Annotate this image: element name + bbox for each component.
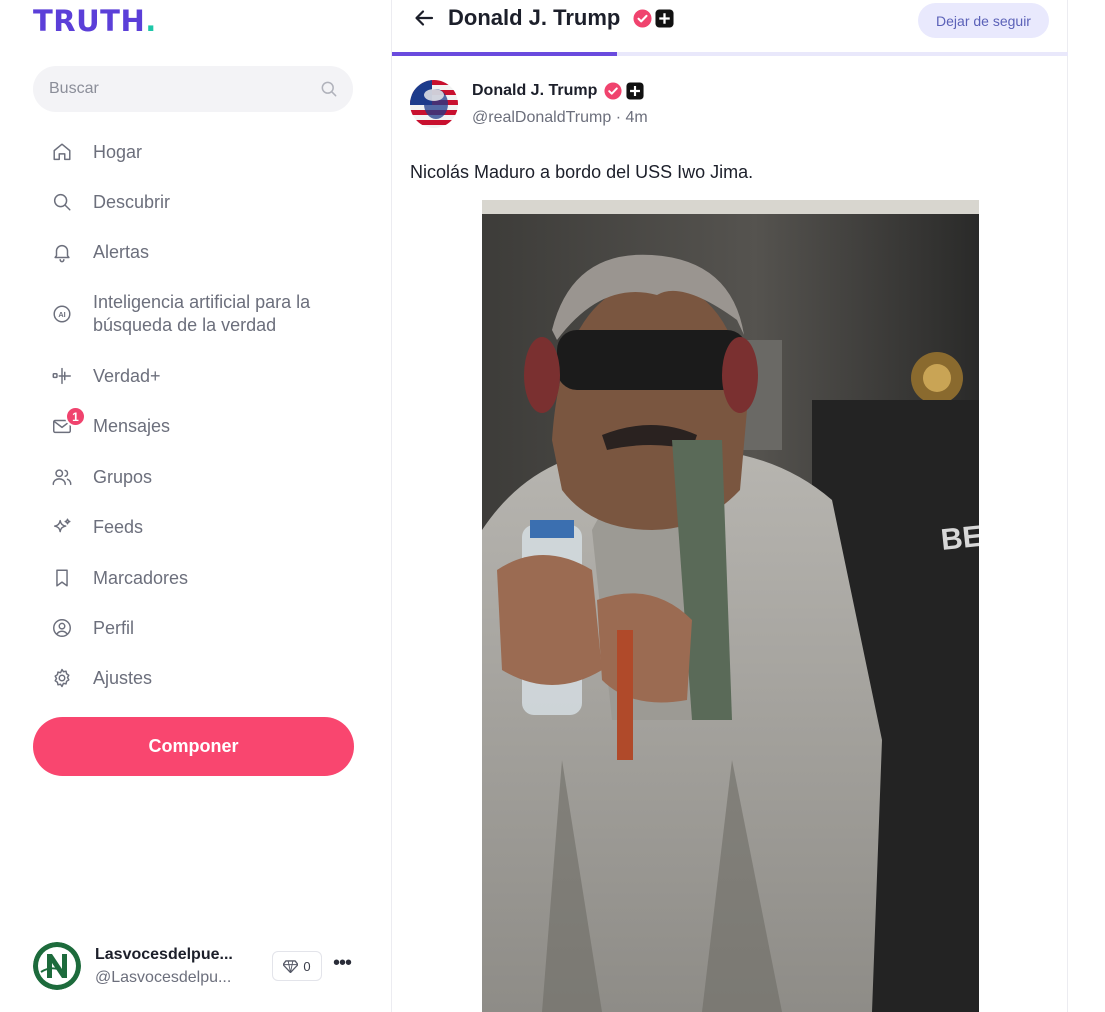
sidebar-item-label: Verdad+ <box>93 365 161 386</box>
avatar[interactable] <box>33 942 81 990</box>
home-icon <box>50 140 74 164</box>
post-author-name[interactable]: Donald J. Trump <box>472 81 597 101</box>
truth-plus-badge-icon <box>626 82 644 100</box>
sidebar-item-bookmarks[interactable]: Marcadores <box>50 566 188 590</box>
app-root: TRUTH. Hogar Descubrir Alertas AI Inteli… <box>0 0 1105 1012</box>
sidebar-item-label: Inteligencia artificial para la búsqueda … <box>93 292 311 335</box>
sidebar-item-settings[interactable]: Ajustes <box>50 666 152 690</box>
svg-text:AI: AI <box>58 310 65 319</box>
sidebar-item-truth-plus[interactable]: Verdad+ <box>50 364 161 388</box>
active-tab-indicator <box>392 52 617 56</box>
sidebar-item-label: Hogar <box>93 141 143 162</box>
page-title: Donald J. Trump <box>448 5 621 30</box>
account-switcher[interactable]: Lasvocesdelpue... @Lasvocesdelpu... 0 ••… <box>33 940 363 992</box>
sidebar-item-label: Descubrir <box>93 191 171 212</box>
post-image[interactable]: BE <box>482 200 979 1012</box>
svg-text:BE: BE <box>939 520 979 557</box>
search-box <box>33 66 353 112</box>
users-icon <box>50 465 74 489</box>
truth-plus-badge-icon <box>655 9 674 28</box>
account-handle: @Lasvocesdelpu... <box>95 969 232 986</box>
sidebar-item-label: Feeds <box>93 516 144 537</box>
sidebar-item-label: Grupos <box>93 466 153 487</box>
more-icon[interactable]: ••• <box>330 952 354 978</box>
post-meta: @realDonaldTrump · 4m <box>472 109 648 126</box>
verified-badge-icon <box>633 9 652 28</box>
verified-badge-icon <box>604 82 622 100</box>
bell-icon <box>50 240 74 264</box>
sidebar-item-label: Perfil <box>93 617 135 638</box>
post-handle[interactable]: @realDonaldTrump <box>472 109 611 126</box>
truth-plus-icon <box>50 364 74 388</box>
sidebar-item-alerts[interactable]: Alertas <box>50 240 149 264</box>
sidebar-item-label: Marcadores <box>93 567 189 588</box>
avatar[interactable] <box>410 80 458 128</box>
sidebar-item-discover[interactable]: Descubrir <box>50 190 170 214</box>
post-text: Nicolás Maduro a bordo del USS Iwo Jima. <box>410 162 754 182</box>
search-input[interactable] <box>33 66 353 112</box>
compose-button[interactable]: Componer <box>33 717 354 776</box>
truth-logo[interactable]: TRUTH. <box>33 4 157 38</box>
sidebar-item-groups[interactable]: Grupos <box>50 465 152 489</box>
sidebar-item-messages[interactable]: 1 Mensajes <box>50 406 171 438</box>
search-icon <box>50 190 74 214</box>
account-name: Lasvocesdelpue... <box>95 946 233 963</box>
back-arrow-icon[interactable] <box>412 6 436 30</box>
sidebar-item-label: Alertas <box>93 241 150 262</box>
profile-header: Donald J. Trump Dejar de seguir <box>392 0 1068 56</box>
sidebar: TRUTH. Hogar Descubrir Alertas AI Inteli… <box>0 0 390 1012</box>
sidebar-item-profile[interactable]: Perfil <box>50 616 134 640</box>
sidebar-item-feeds[interactable]: Feeds <box>50 515 143 539</box>
sidebar-item-home[interactable]: Hogar <box>50 140 142 164</box>
gems-counter[interactable]: 0 <box>272 951 322 981</box>
ai-icon: AI <box>50 302 74 326</box>
unfollow-button[interactable]: Dejar de seguir <box>918 3 1049 38</box>
unread-badge: 1 <box>65 406 86 427</box>
search-icon[interactable] <box>319 79 339 99</box>
gear-icon <box>50 666 74 690</box>
main-column: Donald J. Trump Dejar de seguir Donald J… <box>391 0 1068 1012</box>
post-timestamp[interactable]: 4m <box>626 109 648 126</box>
gems-count: 0 <box>303 958 311 974</box>
sidebar-item-label: Ajustes <box>93 667 153 688</box>
bookmark-icon <box>50 566 74 590</box>
gem-icon <box>283 959 299 973</box>
mail-icon: 1 <box>50 406 86 438</box>
user-circle-icon <box>50 616 74 640</box>
sidebar-item-label: Mensajes <box>93 415 171 436</box>
sidebar-item-ai-search[interactable]: AI Inteligencia artificial para la búsque… <box>50 291 310 337</box>
sparkles-icon <box>50 515 74 539</box>
